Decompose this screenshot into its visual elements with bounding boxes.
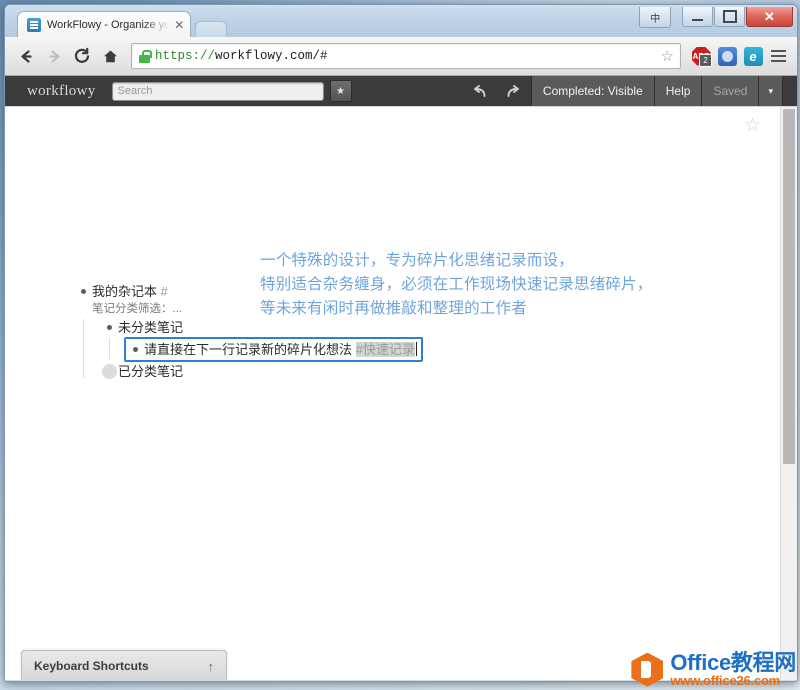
- address-bar[interactable]: https://workflowy.com/# ☆: [131, 43, 681, 69]
- keyboard-shortcuts-button[interactable]: Keyboard Shortcuts ↑: [21, 650, 227, 680]
- outline-children-level-1: 未分类笔记 请直接在下一行记录新的碎片化想法 #快速记录 已分类笔记: [83, 318, 423, 381]
- outline-item-text[interactable]: 未分类笔记: [118, 318, 183, 337]
- outline-item-note[interactable]: 笔记分类筛选：...: [92, 302, 423, 317]
- extension-teal-icon[interactable]: e: [741, 44, 765, 68]
- url-text: https://workflowy.com/#: [155, 49, 328, 63]
- workflowy-logo[interactable]: workflowy: [27, 83, 96, 100]
- abp-badge-count: 2: [699, 54, 712, 67]
- browser-window: 中 ✕ WorkFlowy - Organize yo ✕ https://wo…: [4, 4, 798, 682]
- browser-tab[interactable]: WorkFlowy - Organize yo ✕: [17, 11, 192, 37]
- item-label: 我的杂记本: [92, 284, 158, 299]
- ime-label: 中: [650, 13, 660, 25]
- outline-item-text[interactable]: 请直接在下一行记录新的碎片化想法 #快速记录: [144, 340, 417, 359]
- redo-button[interactable]: [497, 76, 531, 106]
- workflowy-header-actions: Completed: Visible Help Saved ▾: [463, 76, 797, 106]
- completed-visibility-button[interactable]: Completed: Visible: [530, 76, 654, 106]
- page-scrollbar-track[interactable]: [780, 107, 797, 680]
- outline-item-text[interactable]: 我的杂记本 #: [92, 282, 168, 301]
- ime-indicator-icon[interactable]: 中: [639, 7, 671, 28]
- outline-children-level-2: 请直接在下一行记录新的碎片化想法 #快速记录: [109, 337, 423, 362]
- chrome-menu-icon[interactable]: [767, 45, 789, 67]
- maximize-button[interactable]: [714, 7, 745, 27]
- browser-title-bar: 中 ✕ WorkFlowy - Organize yo ✕: [5, 5, 797, 37]
- bullet-icon[interactable]: [101, 318, 118, 337]
- search-input[interactable]: Search: [111, 81, 324, 101]
- item-tag-selected[interactable]: #快速记录: [355, 342, 415, 357]
- starred-searches-button[interactable]: ★: [329, 80, 352, 102]
- text-caret: [415, 342, 417, 356]
- watermark: Office教程网 www.office26.com: [631, 651, 796, 688]
- extension-adblock-plus-icon[interactable]: ABP 2: [689, 44, 713, 68]
- window-controls: 中 ✕: [639, 7, 793, 28]
- new-tab-button[interactable]: [195, 21, 228, 37]
- watermark-text: Office教程网 www.office26.com: [670, 651, 796, 688]
- page-viewport: workflowy Search ★ Completed: Visible He…: [5, 76, 797, 680]
- back-button[interactable]: [13, 43, 39, 69]
- office-logo-icon: [631, 652, 664, 687]
- close-button[interactable]: ✕: [746, 7, 793, 27]
- forward-button: [41, 43, 67, 69]
- outline-item-root[interactable]: 我的杂记本 #: [75, 282, 423, 301]
- outline-item-uncategorized[interactable]: 未分类笔记: [101, 318, 423, 337]
- workflowy-header-bar: workflowy Search ★ Completed: Visible He…: [5, 76, 797, 106]
- outline-item-text[interactable]: 已分类笔记: [118, 362, 183, 381]
- bullet-icon-collapsed[interactable]: [101, 362, 118, 381]
- bullet-icon[interactable]: [127, 340, 144, 359]
- url-host-path: workflowy.com/#: [215, 49, 328, 63]
- keyboard-shortcuts-label: Keyboard Shortcuts: [34, 659, 149, 673]
- maximize-icon: [722, 10, 737, 23]
- bookmark-star-icon[interactable]: ☆: [661, 49, 674, 64]
- page-content: ☆ 一个特殊的设计，专为碎片化思绪记录而设， 特别适合杂务缠身，必须在工作现场快…: [5, 106, 797, 680]
- tab-title: WorkFlowy - Organize yo: [47, 18, 171, 31]
- outline-item-focused[interactable]: 请直接在下一行记录新的碎片化想法 #快速记录: [124, 337, 423, 362]
- bullet-icon[interactable]: [75, 282, 92, 301]
- item-tag[interactable]: #: [161, 284, 168, 299]
- minimize-button[interactable]: [682, 7, 713, 27]
- item-label: 请直接在下一行记录新的碎片化想法: [144, 342, 353, 357]
- browser-toolbar: https://workflowy.com/# ☆ ABP 2 e: [5, 37, 797, 76]
- url-scheme: https://: [155, 49, 216, 63]
- home-button[interactable]: [97, 43, 123, 69]
- ext-teal-glyph: e: [743, 46, 763, 66]
- save-status: Saved: [701, 76, 759, 106]
- favorite-star-icon[interactable]: ☆: [744, 116, 761, 135]
- page-scrollbar-thumb[interactable]: [783, 109, 795, 464]
- secure-lock-icon: [139, 49, 152, 63]
- minimize-icon: [692, 18, 703, 21]
- outline-item-categorized[interactable]: 已分类笔记: [101, 362, 423, 381]
- extension-blue-icon[interactable]: [715, 44, 739, 68]
- watermark-url: www.office26.com: [670, 673, 781, 689]
- close-icon: ✕: [764, 9, 775, 24]
- account-menu-button[interactable]: ▾: [758, 76, 782, 106]
- help-button[interactable]: Help: [653, 76, 702, 106]
- workflowy-favicon-icon: [27, 17, 41, 32]
- header-right-gap: [782, 76, 797, 106]
- undo-button[interactable]: [463, 76, 497, 106]
- star-icon: ★: [336, 85, 346, 97]
- outline-tree: 我的杂记本 # 笔记分类筛选：... 未分类笔记 请直接在下一行记录新的碎片化想…: [75, 282, 423, 381]
- search-placeholder: Search: [117, 85, 153, 97]
- tab-close-icon[interactable]: ✕: [174, 19, 184, 31]
- tab-strip: WorkFlowy - Organize yo ✕: [17, 11, 228, 37]
- reload-button[interactable]: [69, 43, 95, 69]
- chevron-up-icon: ↑: [207, 658, 215, 674]
- watermark-title: Office教程网: [670, 650, 796, 676]
